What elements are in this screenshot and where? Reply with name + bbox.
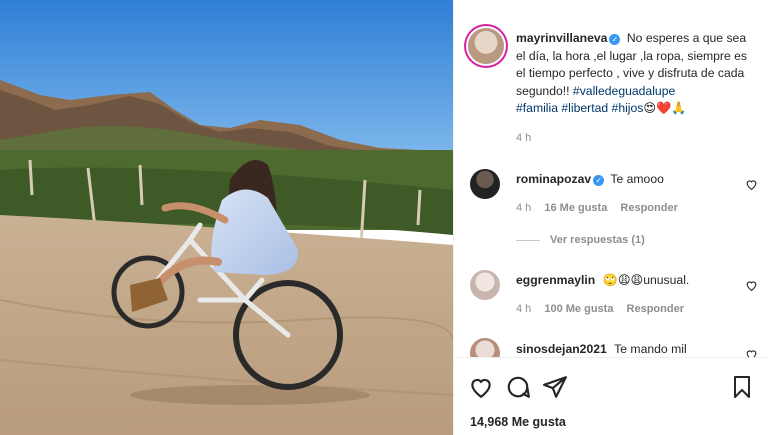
replies-line xyxy=(516,239,540,241)
comment-meta: 4 h 16 Me gusta Responder xyxy=(516,202,678,214)
comment: sinosdejan2021 Te mando mil xyxy=(516,342,687,356)
post-image xyxy=(0,0,453,435)
action-bar: 14,968 Me gusta xyxy=(454,357,768,435)
heart-icon[interactable] xyxy=(745,178,758,191)
comment-text: 🙄😩😩unusual. xyxy=(602,273,690,287)
comments-scroll[interactable]: mayrinvillaneva ✓ No esperes a que sea el… xyxy=(454,0,768,357)
author-username[interactable]: mayrinvillaneva xyxy=(516,31,607,45)
hashtag[interactable]: #hijos xyxy=(612,101,644,115)
view-replies-label[interactable]: Ver respuestas (1) xyxy=(550,234,645,246)
post-photo[interactable] xyxy=(0,0,453,435)
likes-count[interactable]: 14,968 Me gusta xyxy=(470,415,566,429)
comment-time: 4 h xyxy=(516,202,532,214)
comment-text: Te amooo xyxy=(610,172,664,186)
emoji: 🙏 xyxy=(671,101,687,116)
heart-icon[interactable] xyxy=(745,348,758,357)
verified-icon: ✓ xyxy=(593,175,605,186)
hashtag[interactable]: #valledeguadalupe xyxy=(573,84,675,98)
comment-meta: 4 h 100 Me gusta Responder xyxy=(516,303,684,315)
comment-icon[interactable] xyxy=(505,374,531,400)
heart-icon[interactable] xyxy=(745,279,758,292)
comment-time: 4 h xyxy=(516,303,532,315)
comment-likes[interactable]: 100 Me gusta xyxy=(544,303,613,315)
comment: rominapozav ✓ Te amooo xyxy=(516,172,664,186)
comment-username[interactable]: rominapozav xyxy=(516,172,591,186)
verified-icon: ✓ xyxy=(609,34,621,45)
heart-icon[interactable] xyxy=(468,374,494,400)
post-panel: mayrinvillaneva ✓ No esperes a que sea el… xyxy=(453,0,768,435)
commenter-avatar[interactable] xyxy=(470,338,500,357)
share-icon[interactable] xyxy=(542,374,568,400)
view-replies[interactable]: Ver respuestas (1) xyxy=(516,234,645,246)
post-caption: mayrinvillaneva ✓ No esperes a que sea el… xyxy=(516,30,756,118)
reply-button[interactable]: Responder xyxy=(627,303,684,315)
comment: eggrenmaylin 🙄😩😩unusual. xyxy=(516,273,689,287)
commenter-avatar[interactable] xyxy=(470,169,500,199)
comment-text: Te mando mil xyxy=(614,342,687,356)
comment-username[interactable]: sinosdejan2021 xyxy=(516,342,607,356)
comment-likes[interactable]: 16 Me gusta xyxy=(544,202,607,214)
emoji: ❤️ xyxy=(656,101,672,116)
reply-button[interactable]: Responder xyxy=(620,202,677,214)
emoji: 😍 xyxy=(643,101,657,116)
commenter-avatar[interactable] xyxy=(470,270,500,300)
hashtag[interactable]: #familia xyxy=(516,101,558,115)
bookmark-icon[interactable] xyxy=(730,374,754,400)
author-avatar[interactable] xyxy=(468,28,504,64)
comment-username[interactable]: eggrenmaylin xyxy=(516,273,595,287)
hashtag[interactable]: #libertad xyxy=(561,101,608,115)
post-time: 4 h xyxy=(516,132,532,144)
